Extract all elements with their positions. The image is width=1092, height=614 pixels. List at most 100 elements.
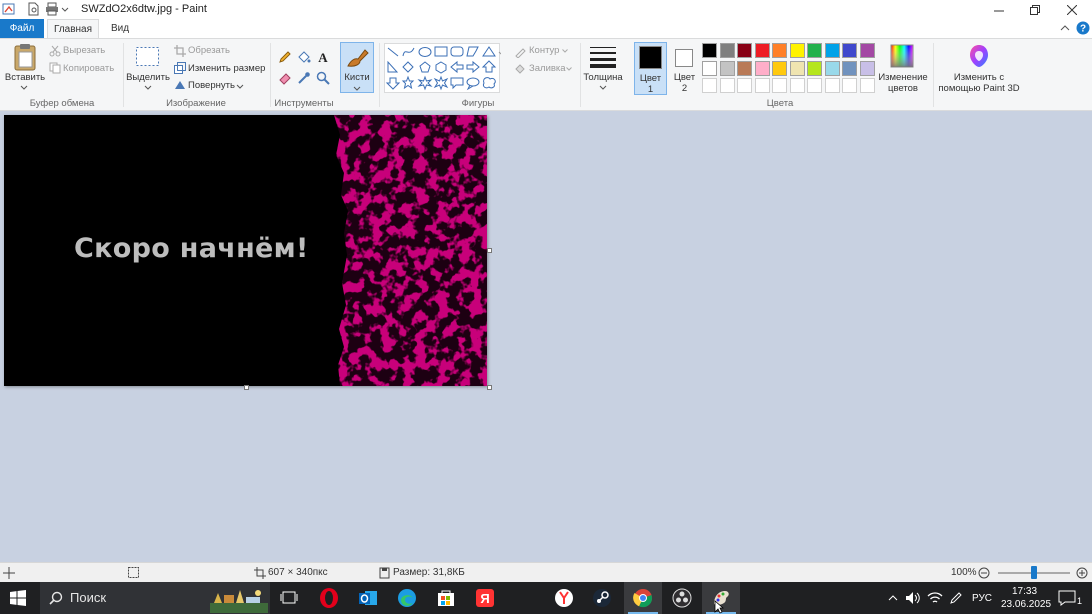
- color-picker-icon[interactable]: [297, 71, 311, 85]
- edge-icon[interactable]: [396, 587, 418, 609]
- palette-swatch[interactable]: [789, 43, 805, 58]
- restore-button[interactable]: [1017, 0, 1053, 19]
- microsoft-store-icon[interactable]: [435, 587, 457, 609]
- tab-view[interactable]: Вид: [104, 19, 136, 38]
- size-button[interactable]: Толщина: [580, 72, 626, 83]
- paste-button[interactable]: Вставить: [3, 72, 47, 83]
- palette-swatch[interactable]: [789, 60, 805, 76]
- resize-handle-corner[interactable]: [487, 385, 492, 390]
- size-dropdown-icon[interactable]: [599, 85, 607, 90]
- palette-swatch[interactable]: [737, 43, 752, 58]
- task-view-icon[interactable]: [278, 587, 300, 609]
- rotate-button[interactable]: Повернуть: [188, 80, 235, 91]
- palette-swatch[interactable]: [824, 43, 840, 58]
- edit-colors-button[interactable]: Изменение цветов: [873, 72, 933, 94]
- taskbar-chrome-active[interactable]: [624, 582, 662, 614]
- palette-swatch[interactable]: [702, 43, 717, 58]
- edit-colors-label-1: Изменение: [878, 72, 928, 83]
- color1-button[interactable]: Цвет 1: [634, 42, 667, 95]
- palette-swatch[interactable]: [772, 43, 787, 58]
- show-hidden-icons-icon[interactable]: [888, 594, 898, 602]
- resize-handle-right[interactable]: [487, 248, 492, 253]
- palette-swatch[interactable]: [824, 60, 840, 76]
- outline-icon: [515, 48, 526, 58]
- palette-swatch[interactable]: [719, 60, 735, 76]
- outline-button[interactable]: Контур: [529, 45, 559, 56]
- palette-custom-swatch[interactable]: [842, 78, 857, 93]
- taskbar-search-box[interactable]: Поиск: [40, 582, 270, 614]
- palette-custom-swatch[interactable]: [859, 78, 875, 93]
- new-document-icon[interactable]: [26, 2, 40, 16]
- palette-custom-swatch[interactable]: [807, 78, 822, 93]
- image-canvas[interactable]: Скоро начнём!: [4, 115, 487, 386]
- cut-button[interactable]: Вырезать: [63, 45, 105, 56]
- close-button[interactable]: [1054, 0, 1090, 19]
- zoom-in-icon[interactable]: [1076, 567, 1088, 579]
- palette-swatch[interactable]: [859, 60, 875, 76]
- palette-custom-swatch[interactable]: [824, 78, 840, 93]
- rotate-dropdown-icon[interactable]: [236, 84, 244, 89]
- tab-file[interactable]: Файл: [0, 19, 44, 38]
- outline-dropdown-icon[interactable]: [562, 49, 568, 53]
- fill-dropdown-icon[interactable]: [566, 67, 572, 71]
- opera-icon[interactable]: [318, 587, 340, 609]
- resize-handle-bottom[interactable]: [244, 385, 249, 390]
- fill-bucket-icon[interactable]: [297, 50, 311, 64]
- yandex-browser-icon[interactable]: [553, 587, 575, 609]
- palette-custom-swatch[interactable]: [789, 78, 805, 93]
- windows-start-icon[interactable]: [10, 590, 26, 606]
- tab-home[interactable]: Главная: [47, 19, 99, 38]
- text-tool-icon[interactable]: A: [316, 50, 330, 64]
- palette-swatch[interactable]: [807, 60, 822, 76]
- brushes-button[interactable]: Кисти: [340, 42, 374, 93]
- yandex-app-icon[interactable]: Я: [474, 587, 496, 609]
- minimize-button[interactable]: [981, 0, 1017, 19]
- clock-time[interactable]: 17:33: [1012, 586, 1037, 597]
- palette-custom-swatch[interactable]: [754, 78, 770, 93]
- select-button[interactable]: Выделить: [126, 72, 170, 83]
- quick-access-dropdown-icon[interactable]: [61, 2, 69, 16]
- copy-button[interactable]: Копировать: [63, 63, 114, 74]
- network-icon[interactable]: [927, 591, 943, 605]
- palette-swatch[interactable]: [754, 60, 770, 76]
- fill-button[interactable]: Заливка: [529, 63, 566, 74]
- palette-custom-swatch[interactable]: [702, 78, 717, 93]
- palette-custom-swatch[interactable]: [719, 78, 735, 93]
- palette-swatch[interactable]: [807, 43, 822, 58]
- color2-button[interactable]: Цвет 2: [669, 42, 700, 95]
- outlook-icon[interactable]: [357, 587, 379, 609]
- pencil-icon[interactable]: [278, 50, 292, 64]
- print-icon[interactable]: [45, 2, 59, 16]
- edit-with-paint3d-button[interactable]: Изменить с помощью Paint 3D: [935, 72, 1023, 94]
- palette-swatch[interactable]: [772, 60, 787, 76]
- clock-date[interactable]: 23.06.2025: [1001, 599, 1051, 610]
- magnifier-icon[interactable]: [316, 71, 330, 85]
- palette-swatch[interactable]: [719, 43, 735, 58]
- palette-swatch[interactable]: [737, 60, 752, 76]
- color1-label: Цвет: [639, 73, 662, 84]
- collapse-ribbon-icon[interactable]: [1060, 24, 1070, 32]
- steam-icon[interactable]: [591, 587, 613, 609]
- input-language[interactable]: РУС: [972, 593, 992, 604]
- select-dropdown-icon[interactable]: [144, 85, 152, 90]
- help-icon[interactable]: ?: [1076, 21, 1090, 35]
- palette-swatch[interactable]: [702, 60, 717, 76]
- palette-swatch[interactable]: [859, 43, 875, 58]
- zoom-slider-thumb[interactable]: [1031, 566, 1037, 579]
- resize-button[interactable]: Изменить размер: [188, 63, 265, 74]
- shapes-gallery[interactable]: [384, 43, 502, 93]
- zoom-out-icon[interactable]: [978, 567, 990, 579]
- palette-custom-swatch[interactable]: [737, 78, 752, 93]
- paste-dropdown-icon[interactable]: [20, 85, 28, 90]
- eraser-icon[interactable]: [278, 71, 292, 85]
- notifications-icon[interactable]: [1058, 590, 1076, 606]
- palette-swatch[interactable]: [754, 43, 770, 58]
- palette-swatch[interactable]: [842, 60, 857, 76]
- pen-workspace-icon[interactable]: [949, 591, 963, 605]
- volume-icon[interactable]: [905, 591, 921, 605]
- paint3d-label-1: Изменить с: [953, 72, 1005, 83]
- obs-icon[interactable]: [671, 587, 693, 609]
- palette-swatch[interactable]: [842, 43, 857, 58]
- crop-button[interactable]: Обрезать: [188, 45, 230, 56]
- palette-custom-swatch[interactable]: [772, 78, 787, 93]
